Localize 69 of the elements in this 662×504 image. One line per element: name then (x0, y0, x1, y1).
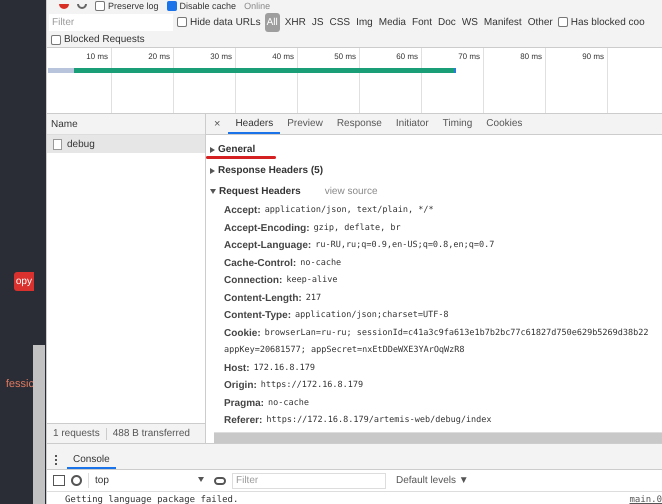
header-line: Accept-Encoding: gzip, deflate, br (223, 222, 402, 236)
header-line: Origin: https://172.16.8.179 (223, 379, 364, 394)
type-filter[interactable]: WS (460, 14, 479, 30)
close-button[interactable]: × (206, 116, 228, 132)
type-filter[interactable]: Font (411, 14, 434, 30)
tick-label: 90 ms (582, 51, 604, 63)
type-filter[interactable]: Other (526, 14, 554, 30)
summary-text: 488 B transferred (112, 427, 190, 441)
request-row[interactable]: debug (47, 135, 205, 153)
section-header[interactable]: Response Headers (5) (210, 163, 324, 178)
header-line: Pragma: no-cache (223, 396, 310, 411)
header-line: Content-Length: 217 (223, 292, 322, 306)
tab[interactable]: Headers (228, 114, 280, 134)
checkbox[interactable]: Preserve log (95, 1, 159, 11)
file-icon (53, 138, 62, 150)
tick-label: 40 ms (272, 51, 294, 63)
tick-label: 50 ms (334, 51, 356, 63)
type-filter[interactable]: JS (310, 14, 325, 30)
view-source-link[interactable]: view source (324, 184, 378, 199)
tick-label: 10 ms (86, 51, 108, 63)
header-line: Host: 172.16.8.179 (223, 362, 316, 376)
checkbox[interactable]: Disable cache (166, 1, 236, 11)
levels-dropdown[interactable]: Default levels ▼ (396, 473, 469, 488)
header-line: Cookie: browserLan=ru-ru; sessionId=c41a3c9fa613e1b7b2bc77c61827d750e629b5269d38b22 (223, 326, 650, 341)
menu-text: fessic (4, 377, 34, 392)
tab[interactable]: Response (330, 114, 389, 134)
request-name: debug (67, 138, 95, 152)
type-filter[interactable]: XHR (284, 14, 307, 30)
checkbox[interactable]: Blocked Requests (51, 32, 145, 47)
type-filter[interactable]: Manifest (482, 14, 523, 30)
caret-icon (210, 168, 215, 174)
header-line: appKey=20681577; appSecret=nxEtDDeWXE3YArOqWzR8 (223, 344, 466, 358)
checkbox[interactable]: Has blocked coo (558, 14, 645, 30)
column-header: Name (47, 114, 205, 135)
header-line: Accept: application/json, text/plain, */* (223, 204, 435, 218)
type-filter[interactable]: Img (355, 14, 374, 30)
tab[interactable]: Initiator (388, 114, 436, 134)
record-icon[interactable] (59, 4, 69, 8)
header-line: Accept-Language: ru-RU,ru;q=0.9,en-US;q=0.8,en;q=0.7 (223, 239, 496, 254)
header-line: Content-Type: application/json;charset=UTF-8 (223, 309, 450, 324)
sidebar-icon[interactable] (53, 475, 65, 486)
console-message: Getting language package failed. (65, 494, 238, 504)
tab[interactable]: Cookies (479, 114, 530, 134)
header-line: Referer: https://172.16.8.179/artemis-web/debug/index (223, 414, 493, 428)
type-filter[interactable]: Doc (437, 14, 457, 30)
section-header[interactable]: Request Headers (210, 184, 301, 199)
header-line: Connection: keep-alive (223, 274, 339, 288)
tick-label: 30 ms (210, 51, 232, 63)
tab[interactable]: Preview (280, 114, 330, 134)
header-line: Cache-Control: no-cache (223, 256, 342, 271)
block-icon[interactable] (71, 475, 82, 486)
source-link[interactable]: main.0 (629, 494, 662, 504)
copy-button[interactable]: opy (14, 272, 34, 291)
type-filter[interactable]: CSS (328, 14, 352, 30)
caret-icon (210, 189, 216, 194)
filter-field[interactable]: Filter (49, 14, 173, 30)
caret-icon (198, 477, 204, 482)
console-filter-field[interactable]: Filter (232, 472, 386, 488)
context-dropdown[interactable]: top (88, 473, 204, 488)
clear-icon[interactable] (77, 4, 87, 8)
tab[interactable]: Timing (436, 114, 480, 134)
tick-label: 20 ms (148, 51, 170, 63)
tick-label: 80 ms (520, 51, 542, 63)
checkbox[interactable]: Hide data URLs (177, 14, 261, 30)
type-filter[interactable]: Media (378, 14, 407, 30)
tick-label: 70 ms (458, 51, 480, 63)
summary-text: 1 requests (53, 427, 100, 441)
tick-label: 60 ms (396, 51, 418, 63)
waiting-bar (48, 68, 74, 73)
